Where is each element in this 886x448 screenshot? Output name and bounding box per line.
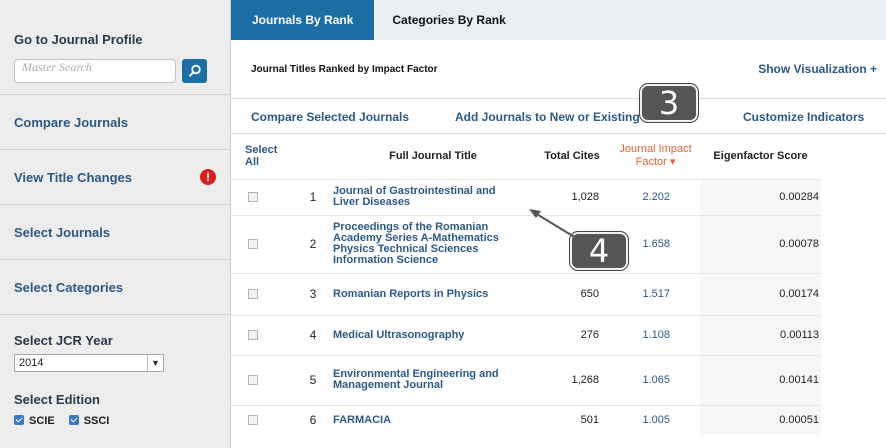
table-row: 5 Environmental Engineering and Manageme…: [231, 354, 821, 405]
journal-title-link[interactable]: Romanian Reports in Physics: [333, 272, 533, 315]
tab-journals-by-rank[interactable]: Journals By Rank: [231, 0, 375, 40]
sidebar-item-label: Select Journals: [14, 224, 111, 240]
journal-title-link[interactable]: FARMACIA: [333, 404, 533, 435]
sidebar-item-select-categories[interactable]: Select Categories: [0, 260, 230, 315]
header-total-cites[interactable]: Total Cites: [533, 134, 611, 179]
sidebar-item-label: Select Categories: [14, 279, 124, 295]
eigenfactor-cell: 0.00078: [700, 214, 821, 273]
sidebar-item-label: View Title Changes: [14, 169, 133, 185]
journal-title-link[interactable]: Environmental Engineering and Management…: [333, 354, 533, 405]
table-caption-bar: Journal Titles Ranked by Impact Factor S…: [231, 40, 886, 99]
callout-3: 3: [640, 84, 698, 122]
compare-selected-journals-link[interactable]: Compare Selected Journals: [251, 110, 409, 124]
total-cites-cell: 501: [533, 404, 611, 435]
rank-cell: 1: [293, 178, 333, 215]
eigenfactor-cell: 0.00051: [700, 404, 821, 435]
alert-icon: !: [200, 169, 216, 185]
row-checkbox[interactable]: [248, 239, 258, 249]
edition-ssci-checkbox[interactable]: SSCI: [68, 415, 110, 427]
header-journal-impact-factor[interactable]: Journal Impact Factor ▾: [611, 134, 700, 179]
jcr-year-select[interactable]: 2014 ▼: [14, 354, 164, 372]
show-visualization-link[interactable]: Show Visualization +: [758, 62, 877, 76]
table-row: 4 Medical Ultrasonography 276 1.108 0.00…: [231, 314, 821, 355]
search-button[interactable]: [182, 59, 207, 83]
header-eigenfactor-score[interactable]: Eigenfactor Score: [700, 134, 821, 179]
search-icon: [188, 64, 201, 77]
goto-journal-profile-block: Go to Journal Profile Master Search: [0, 0, 230, 95]
table-caption: Journal Titles Ranked by Impact Factor: [251, 63, 438, 75]
add-journals-link[interactable]: Add Journals to New or Existing: [455, 110, 640, 124]
impact-factor-cell: 1.517: [611, 272, 700, 315]
sidebar-item-view-title-changes[interactable]: View Title Changes !: [0, 150, 230, 205]
eigenfactor-cell: 0.00174: [700, 272, 821, 315]
sidebar-item-select-journals[interactable]: Select Journals: [0, 205, 230, 260]
sidebar-item-compare-journals[interactable]: Compare Journals: [0, 95, 230, 150]
tab-categories-by-rank[interactable]: Categories By Rank: [374, 0, 523, 40]
checkbox-checked-icon: [68, 415, 79, 425]
select-all-link[interactable]: Select All: [231, 134, 293, 179]
rank-cell: 3: [293, 272, 333, 315]
rank-cell: 2: [293, 214, 333, 273]
impact-factor-cell: 1.108: [611, 314, 700, 355]
eigenfactor-cell: 0.00113: [700, 314, 821, 355]
checkbox-checked-icon: [14, 415, 24, 425]
callout-arrow-icon: [529, 209, 582, 242]
table-row: 3 Romanian Reports in Physics 650 1.517 …: [231, 272, 821, 315]
total-cites-cell: 650: [533, 272, 611, 315]
impact-factor-cell: 2.202: [611, 178, 700, 215]
journal-table: Select All Full Journal Title Total Cite…: [231, 134, 821, 435]
rank-cell: 4: [293, 314, 333, 355]
edition-ssci-label: SSCI: [83, 415, 110, 427]
total-cites-cell: 1,268: [533, 354, 611, 405]
chevron-down-icon: ▼: [147, 355, 163, 371]
row-checkbox[interactable]: [248, 375, 258, 385]
row-checkbox[interactable]: [248, 289, 258, 299]
journal-title-link[interactable]: Proceedings of the Romanian Academy Seri…: [333, 214, 533, 273]
header-full-journal-title[interactable]: Full Journal Title: [333, 134, 533, 179]
impact-factor-cell: 1.005: [611, 404, 700, 435]
journal-title-link[interactable]: Medical Ultrasonography: [333, 314, 533, 355]
tab-bar: Journals By Rank Categories By Rank: [231, 0, 886, 40]
row-checkbox[interactable]: [248, 330, 258, 340]
row-checkbox[interactable]: [248, 192, 258, 202]
goto-journal-profile-label: Go to Journal Profile: [14, 32, 143, 47]
edition-label: Select Edition: [14, 392, 100, 407]
sidebar-item-label: Compare Journals: [14, 114, 129, 130]
rank-cell: 5: [293, 354, 333, 405]
eigenfactor-cell: 0.00284: [700, 178, 821, 215]
action-bar: Compare Selected Journals Add Journals t…: [231, 99, 886, 134]
impact-factor-cell: 1.065: [611, 354, 700, 405]
customize-indicators-link[interactable]: Customize Indicators: [743, 110, 864, 124]
row-checkbox[interactable]: [248, 415, 258, 426]
edition-scie-checkbox[interactable]: SCIE: [14, 415, 55, 427]
total-cites-cell: 276: [533, 314, 611, 355]
jcr-year-value: 2014: [19, 357, 44, 369]
table-row: 6 FARMACIA 501 1.005 0.00051: [231, 404, 821, 435]
sidebar: Go to Journal Profile Master Search Comp…: [0, 0, 231, 448]
edition-scie-label: SCIE: [29, 415, 55, 427]
jcr-year-label: Select JCR Year: [14, 333, 113, 348]
rank-cell: 6: [293, 404, 333, 435]
journal-title-link[interactable]: Journal of Gastrointestinal and Liver Di…: [333, 178, 533, 215]
master-search-input[interactable]: Master Search: [14, 59, 176, 83]
eigenfactor-cell: 0.00141: [700, 354, 821, 405]
